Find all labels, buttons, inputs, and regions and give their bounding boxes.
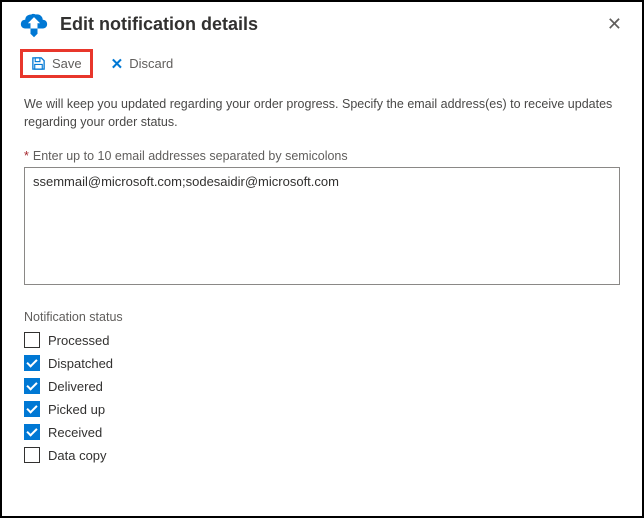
status-row: Picked up — [24, 401, 620, 417]
content-area: We will keep you updated regarding your … — [2, 88, 642, 463]
notification-status-label: Notification status — [24, 310, 620, 324]
required-indicator: * — [24, 149, 29, 163]
checkbox-label: Received — [48, 425, 102, 440]
save-icon — [31, 56, 46, 71]
notification-status-list: Processed Dispatched Delivered Picked up Rec… — [24, 332, 620, 463]
status-row: Delivered — [24, 378, 620, 394]
checkbox[interactable] — [24, 447, 40, 463]
panel-header: Edit notification details ✕ — [2, 2, 642, 45]
close-icon[interactable]: ✕ — [599, 10, 630, 39]
checkbox-label: Data copy — [48, 448, 107, 463]
discard-button[interactable]: ✕ Discard — [103, 51, 182, 77]
status-row: Data copy — [24, 447, 620, 463]
checkbox[interactable] — [24, 378, 40, 394]
checkbox[interactable] — [24, 355, 40, 371]
description-text: We will keep you updated regarding your … — [24, 96, 620, 131]
checkbox[interactable] — [24, 424, 40, 440]
checkbox-label: Delivered — [48, 379, 103, 394]
checkbox-label: Picked up — [48, 402, 105, 417]
checkbox[interactable] — [24, 401, 40, 417]
email-addresses-input[interactable] — [24, 167, 620, 285]
panel-title: Edit notification details — [60, 14, 599, 35]
discard-icon: ✕ — [111, 55, 124, 73]
save-button[interactable]: Save — [20, 49, 93, 78]
save-label: Save — [52, 56, 82, 71]
discard-label: Discard — [129, 56, 173, 71]
checkbox[interactable] — [24, 332, 40, 348]
status-row: Dispatched — [24, 355, 620, 371]
checkbox-label: Dispatched — [48, 356, 113, 371]
checkbox-label: Processed — [48, 333, 109, 348]
toolbar: Save ✕ Discard — [2, 45, 642, 88]
databox-icon — [20, 11, 48, 39]
status-row: Received — [24, 424, 620, 440]
status-row: Processed — [24, 332, 620, 348]
email-field-label: *Enter up to 10 email addresses separate… — [24, 149, 620, 163]
